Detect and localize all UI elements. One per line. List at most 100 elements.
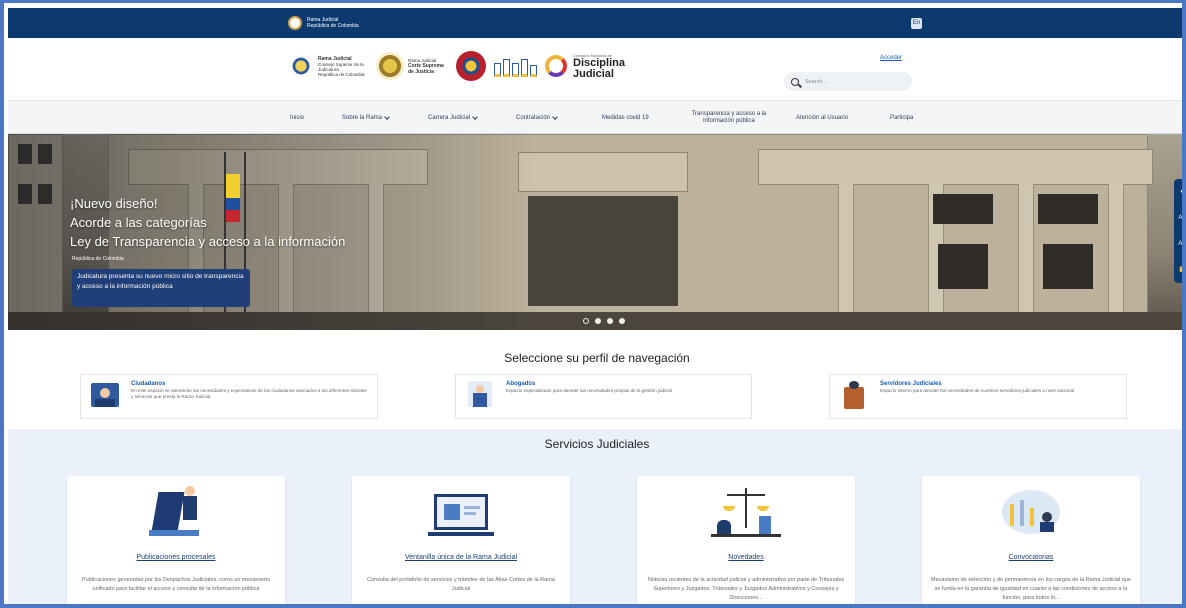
nav-label: Participa — [890, 114, 914, 121]
hero-palace-cornice — [758, 149, 1153, 185]
citizen-illustration-icon — [89, 379, 121, 411]
hero-window — [933, 194, 993, 224]
service-card-desc: Consulta del portafolio de servicios y t… — [367, 577, 555, 592]
carousel-dot[interactable] — [619, 318, 625, 324]
logo-institution-buildings[interactable] — [494, 55, 537, 77]
window-illustration-icon — [426, 482, 496, 546]
nav-label: Contratación — [516, 114, 551, 121]
logo-consejo-estado[interactable] — [456, 51, 486, 81]
sign-language-icon[interactable]: ✋ — [1178, 266, 1182, 273]
services-heading: Servicios Judiciales — [544, 437, 650, 451]
servant-illustration-icon — [838, 379, 870, 411]
nav-item-sobre-la-rama[interactable]: Sobre la Rama — [342, 101, 390, 135]
service-card-desc: Publicaciones generadas por los Despacho… — [81, 577, 271, 592]
nav-item-participa[interactable]: Participa — [890, 101, 913, 135]
profile-heading: Seleccione su perfil de navegación — [504, 351, 690, 365]
consejo-estado-seal-icon — [456, 51, 486, 81]
gov-top-bar: Rama Judicial República de Colombia En — [8, 8, 1182, 38]
hero-palace-center — [518, 152, 688, 192]
nav-label: Inicio — [290, 114, 305, 121]
service-card-ventanilla[interactable]: Ventanilla única de la Rama Judicial Con… — [352, 476, 570, 604]
hero-announcement[interactable]: Judicatura presenta su nuevo micro sitio… — [72, 269, 250, 307]
hero-palace-opening — [528, 196, 678, 306]
service-card-publicaciones[interactable]: Publicaciones procesales Publicaciones g… — [67, 476, 285, 604]
service-card-novedades[interactable]: Novedades Noticias recientes de la activ… — [637, 476, 855, 604]
service-card-title[interactable]: Novedades — [637, 554, 855, 561]
profile-card-desc: Espacio especializado para atender las n… — [506, 388, 672, 393]
service-card-title[interactable]: Convocatorias — [922, 554, 1140, 561]
profile-card-title: Ciudadanos — [131, 381, 166, 387]
colombia-seal-icon — [288, 16, 302, 30]
chevron-down-icon — [384, 113, 390, 120]
hero-column — [838, 184, 854, 314]
font-increase-icon[interactable]: A⁺ — [1178, 214, 1182, 221]
logo-consejo-superior[interactable]: Rama Judicial Consejo Superior de la Jud… — [288, 53, 368, 79]
hero-small-text: República de Colombia — [72, 256, 124, 262]
institution-logos: Rama Judicial Consejo Superior de la Jud… — [288, 51, 625, 81]
main-nav: Inicio Sobre la Rama Carrera Judicial Co… — [8, 100, 1182, 135]
hero-title-line1: ¡Nuevo diseño! — [70, 196, 158, 211]
logo1-line2: Consejo Superior de la Judicatura — [318, 61, 364, 72]
search-input[interactable]: Search... — [784, 72, 912, 91]
carousel-dot[interactable] — [595, 318, 601, 324]
carousel-dots — [583, 318, 625, 324]
carousel-dot[interactable] — [583, 318, 589, 324]
profile-card-title: Abogados — [506, 381, 536, 387]
profile-card-abogados[interactable]: Abogados Espacio especializado para aten… — [455, 374, 752, 419]
service-card-convocatorias[interactable]: Convocatorias Mecanismo de selección y d… — [922, 476, 1140, 604]
nav-label: Atención al Usuario — [796, 114, 849, 121]
news-illustration-icon — [711, 482, 781, 546]
search-icon — [791, 77, 799, 86]
hero-title-line3: Ley de Transparencia y acceso a la infor… — [70, 234, 346, 249]
rama-judicial-seal-icon — [288, 53, 314, 79]
disciplina-spiral-icon — [545, 55, 567, 77]
nav-item-medidas-covid[interactable]: Medidas covid 19 — [602, 101, 649, 135]
profile-card-title: Servidores Judiciales — [880, 381, 942, 387]
service-card-desc: Noticias recientes de la actividad judic… — [647, 577, 845, 601]
lawyer-illustration-icon — [464, 379, 496, 411]
hero-column — [1018, 184, 1034, 314]
browser-frame: Rama Judicial República de Colombia En R… — [0, 0, 1186, 608]
hero-column — [1108, 184, 1124, 314]
buildings-logo-icon — [494, 55, 537, 77]
calls-illustration-icon — [996, 482, 1066, 546]
nav-item-atencion-usuario[interactable]: Atención al Usuario — [796, 101, 848, 135]
hero-window — [1038, 194, 1098, 224]
publications-illustration-icon — [141, 482, 211, 546]
accessibility-toolbar: ◐ A⁺ A⁻ ✋ — [1174, 179, 1182, 283]
corte-suprema-seal-icon — [376, 52, 404, 80]
nav-item-carrera-judicial[interactable]: Carrera Judicial — [428, 101, 478, 135]
colombia-flag-icon — [226, 174, 240, 222]
hero-title-line2: Acorde a las categorías — [70, 215, 207, 230]
contrast-icon[interactable]: ◐ — [1180, 189, 1182, 195]
hero-window — [1043, 244, 1093, 289]
carousel-dot[interactable] — [607, 318, 613, 324]
nav-item-contratacion[interactable]: Contratación — [516, 101, 558, 135]
gov-line2: República de Colombia — [307, 23, 359, 29]
hero-window — [938, 244, 988, 289]
chevron-down-icon — [552, 113, 558, 120]
disciplina-name2: Judicial — [573, 67, 614, 80]
profile-card-desc: Espacio interno para atender las necesid… — [880, 388, 1075, 393]
chevron-down-icon — [472, 113, 478, 120]
nav-label: Sobre la Rama — [342, 114, 383, 121]
language-button[interactable]: En — [911, 18, 922, 29]
service-card-title[interactable]: Publicaciones procesales — [67, 554, 285, 561]
search-placeholder: Search... — [805, 78, 828, 85]
service-card-desc: Mecanismo de selección y de permanencia … — [931, 577, 1131, 601]
nav-label: Transparencia y acceso a la información … — [691, 111, 767, 124]
profile-card-desc: En este espacio se atenderán las necesid… — [131, 388, 367, 399]
site-header: Rama Judicial Consejo Superior de la Jud… — [8, 38, 1182, 100]
nav-item-inicio[interactable]: Inicio — [290, 101, 304, 135]
service-card-title[interactable]: Ventanilla única de la Rama Judicial — [352, 554, 570, 561]
logo-disciplina-judicial[interactable]: Comisión Nacional de Disciplina Judicial — [545, 53, 625, 80]
profile-card-ciudadanos[interactable]: Ciudadanos En este espacio se atenderán … — [80, 374, 378, 419]
logo-corte-suprema[interactable]: Rama Judicial Corte Suprema de Justicia — [376, 52, 448, 80]
nav-label: Carrera Judicial — [428, 114, 471, 121]
profile-card-servidores[interactable]: Servidores Judiciales Espacio interno pa… — [829, 374, 1127, 419]
font-decrease-icon[interactable]: A⁻ — [1178, 240, 1182, 247]
gov-co-logo[interactable]: Rama Judicial República de Colombia — [288, 16, 359, 30]
logo1-line3: República de Colombia — [318, 71, 365, 77]
nav-item-transparencia[interactable]: Transparencia y acceso a la información … — [684, 101, 774, 135]
access-link[interactable]: Acceder — [880, 55, 902, 61]
